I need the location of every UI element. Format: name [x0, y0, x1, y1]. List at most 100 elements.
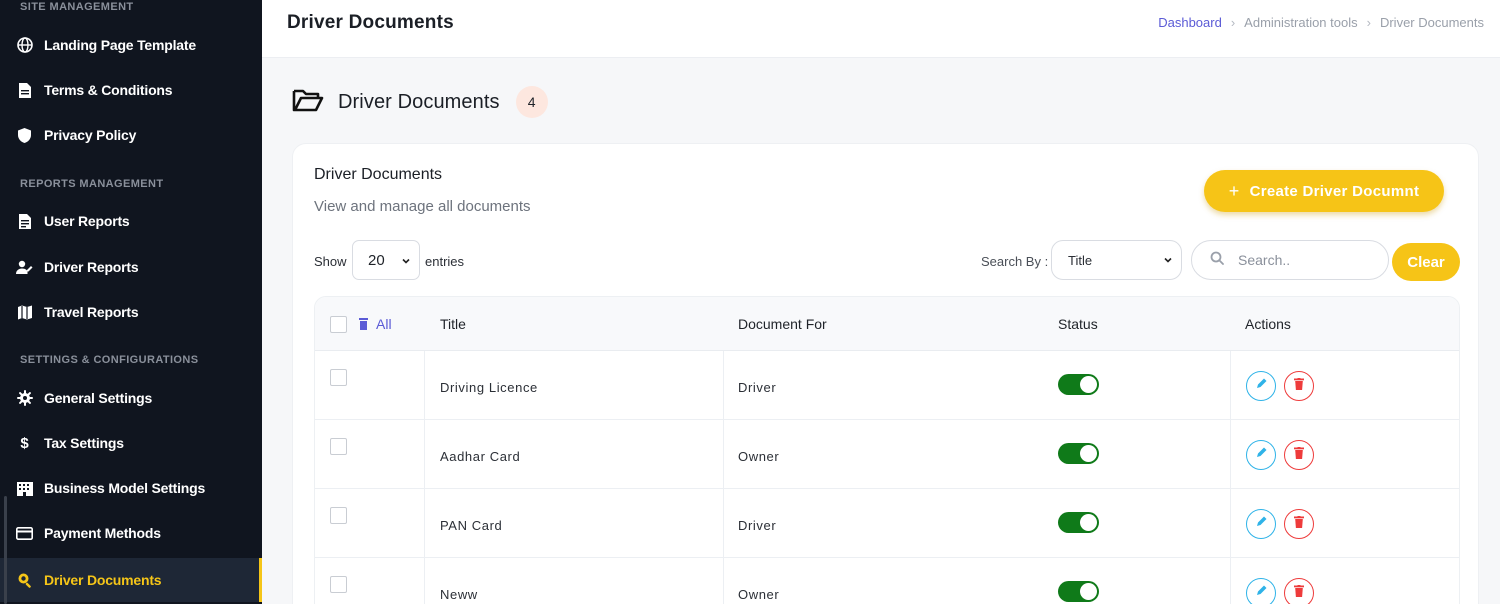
- sidebar-item-travel-reports[interactable]: Travel Reports: [0, 290, 262, 334]
- column-divider: [424, 489, 425, 557]
- column-divider: [723, 420, 724, 488]
- select-all-label[interactable]: All: [376, 316, 392, 332]
- sidebar-item-payment-methods[interactable]: Payment Methods: [0, 511, 262, 555]
- column-divider: [1230, 489, 1231, 557]
- sidebar-item-label: Travel Reports: [44, 304, 139, 320]
- pencil-icon: [1255, 377, 1268, 395]
- sidebar-item-general-settings[interactable]: General Settings: [0, 376, 262, 420]
- status-toggle[interactable]: [1058, 581, 1099, 602]
- row-document-for: Driver: [738, 380, 777, 395]
- search-by-value: Title: [1068, 252, 1093, 268]
- row-checkbox[interactable]: [330, 576, 347, 593]
- column-divider: [1230, 558, 1231, 604]
- edit-button[interactable]: [1246, 509, 1276, 539]
- sidebar-item-label: Landing Page Template: [44, 37, 196, 53]
- sidebar-item-label: Tax Settings: [44, 435, 124, 451]
- chevron-right-icon: ›: [1366, 15, 1371, 30]
- card-subtitle: View and manage all documents: [314, 198, 531, 215]
- search-by-label: Search By :: [981, 254, 1049, 269]
- plus-icon: +: [1228, 180, 1240, 201]
- row-checkbox[interactable]: [330, 369, 347, 386]
- folder-open-icon: [292, 87, 324, 117]
- sidebar-section-reports-management: REPORTS MANAGEMENT: [20, 178, 164, 190]
- table-row: Neww Owner: [315, 558, 1459, 604]
- edit-button[interactable]: [1246, 578, 1276, 604]
- toggle-knob: [1080, 514, 1097, 531]
- sidebar-item-driver-reports[interactable]: Driver Reports: [0, 245, 262, 289]
- entries-select[interactable]: 20: [352, 240, 420, 280]
- column-divider: [1230, 351, 1231, 419]
- breadcrumb-dashboard-link[interactable]: Dashboard: [1158, 15, 1222, 30]
- sidebar-item-label: Privacy Policy: [44, 127, 137, 143]
- document-icon: [16, 82, 33, 99]
- trash-icon: [1294, 515, 1304, 533]
- entries-label: entries: [425, 254, 465, 269]
- breadcrumb-current: Driver Documents: [1379, 15, 1484, 30]
- search-by-select[interactable]: Title: [1051, 240, 1182, 280]
- column-header-actions: Actions: [1245, 316, 1291, 332]
- column-divider: [723, 558, 724, 604]
- trash-icon: [1294, 584, 1304, 602]
- delete-button[interactable]: [1284, 578, 1314, 604]
- sidebar-item-label: General Settings: [44, 390, 153, 406]
- select-all-checkbox[interactable]: [330, 316, 347, 333]
- sidebar: SITE MANAGEMENT Landing Page Template Te…: [0, 0, 262, 604]
- sidebar-section-settings: SETTINGS & CONFIGURATIONS: [20, 354, 199, 366]
- edit-button[interactable]: [1246, 371, 1276, 401]
- bulk-delete-icon[interactable]: [359, 317, 368, 335]
- map-icon: [16, 304, 33, 321]
- sidebar-item-tax-settings[interactable]: $ Tax Settings: [0, 421, 262, 465]
- row-document-for: Driver: [738, 518, 777, 533]
- shield-icon: [16, 127, 33, 144]
- status-toggle[interactable]: [1058, 512, 1099, 533]
- delete-button[interactable]: [1284, 509, 1314, 539]
- row-title: Driving Licence: [440, 380, 538, 395]
- building-icon: [16, 480, 33, 497]
- sidebar-item-business-model-settings[interactable]: Business Model Settings: [0, 466, 262, 510]
- search-input[interactable]: [1238, 252, 1368, 268]
- card-title: Driver Documents: [314, 166, 443, 183]
- search-box[interactable]: [1191, 240, 1389, 280]
- edit-button[interactable]: [1246, 440, 1276, 470]
- sidebar-item-label: Payment Methods: [44, 525, 161, 541]
- breadcrumb-administration-tools[interactable]: Administration tools: [1244, 15, 1357, 30]
- sidebar-item-driver-documents[interactable]: Driver Documents: [0, 558, 262, 602]
- status-toggle[interactable]: [1058, 443, 1099, 464]
- sidebar-item-terms-conditions[interactable]: Terms & Conditions: [0, 68, 262, 112]
- sidebar-section-site-management: SITE MANAGEMENT: [20, 1, 134, 13]
- column-divider: [723, 489, 724, 557]
- table-row: PAN Card Driver: [315, 489, 1459, 558]
- pencil-icon: [1255, 446, 1268, 464]
- sidebar-item-landing-page-template[interactable]: Landing Page Template: [0, 23, 262, 67]
- create-button-label: Create Driver Documnt: [1249, 182, 1420, 200]
- sidebar-item-privacy-policy[interactable]: Privacy Policy: [0, 113, 262, 157]
- show-label: Show: [314, 254, 347, 269]
- sidebar-item-label: Business Model Settings: [44, 480, 206, 496]
- sidebar-item-label: Driver Reports: [44, 259, 139, 275]
- column-divider: [424, 558, 425, 604]
- count-badge: 4: [515, 86, 548, 118]
- documents-table: All Title Document For Status Actions Dr…: [314, 296, 1460, 604]
- sidebar-item-user-reports[interactable]: User Reports: [0, 199, 262, 243]
- pencil-icon: [1255, 515, 1268, 533]
- chevron-down-icon: [401, 253, 411, 270]
- column-header-status: Status: [1058, 316, 1098, 332]
- create-driver-document-button[interactable]: + Create Driver Documnt: [1204, 170, 1444, 212]
- status-toggle[interactable]: [1058, 374, 1099, 395]
- clear-button[interactable]: Clear: [1392, 243, 1460, 281]
- row-checkbox[interactable]: [330, 438, 347, 455]
- row-checkbox[interactable]: [330, 507, 347, 524]
- delete-button[interactable]: [1284, 371, 1314, 401]
- row-title: Aadhar Card: [440, 449, 521, 464]
- user-edit-icon: [16, 259, 33, 276]
- page-title: Driver Documents: [287, 12, 454, 33]
- documents-card: Driver Documents View and manage all doc…: [292, 143, 1479, 604]
- column-divider: [424, 351, 425, 419]
- entries-value: 20: [368, 251, 385, 269]
- search-doc-icon: [16, 572, 33, 589]
- sidebar-item-label: Terms & Conditions: [44, 82, 173, 98]
- column-divider: [424, 420, 425, 488]
- delete-button[interactable]: [1284, 440, 1314, 470]
- section-heading: Driver Documents 4: [292, 86, 548, 118]
- sidebar-scrollbar[interactable]: [4, 496, 7, 604]
